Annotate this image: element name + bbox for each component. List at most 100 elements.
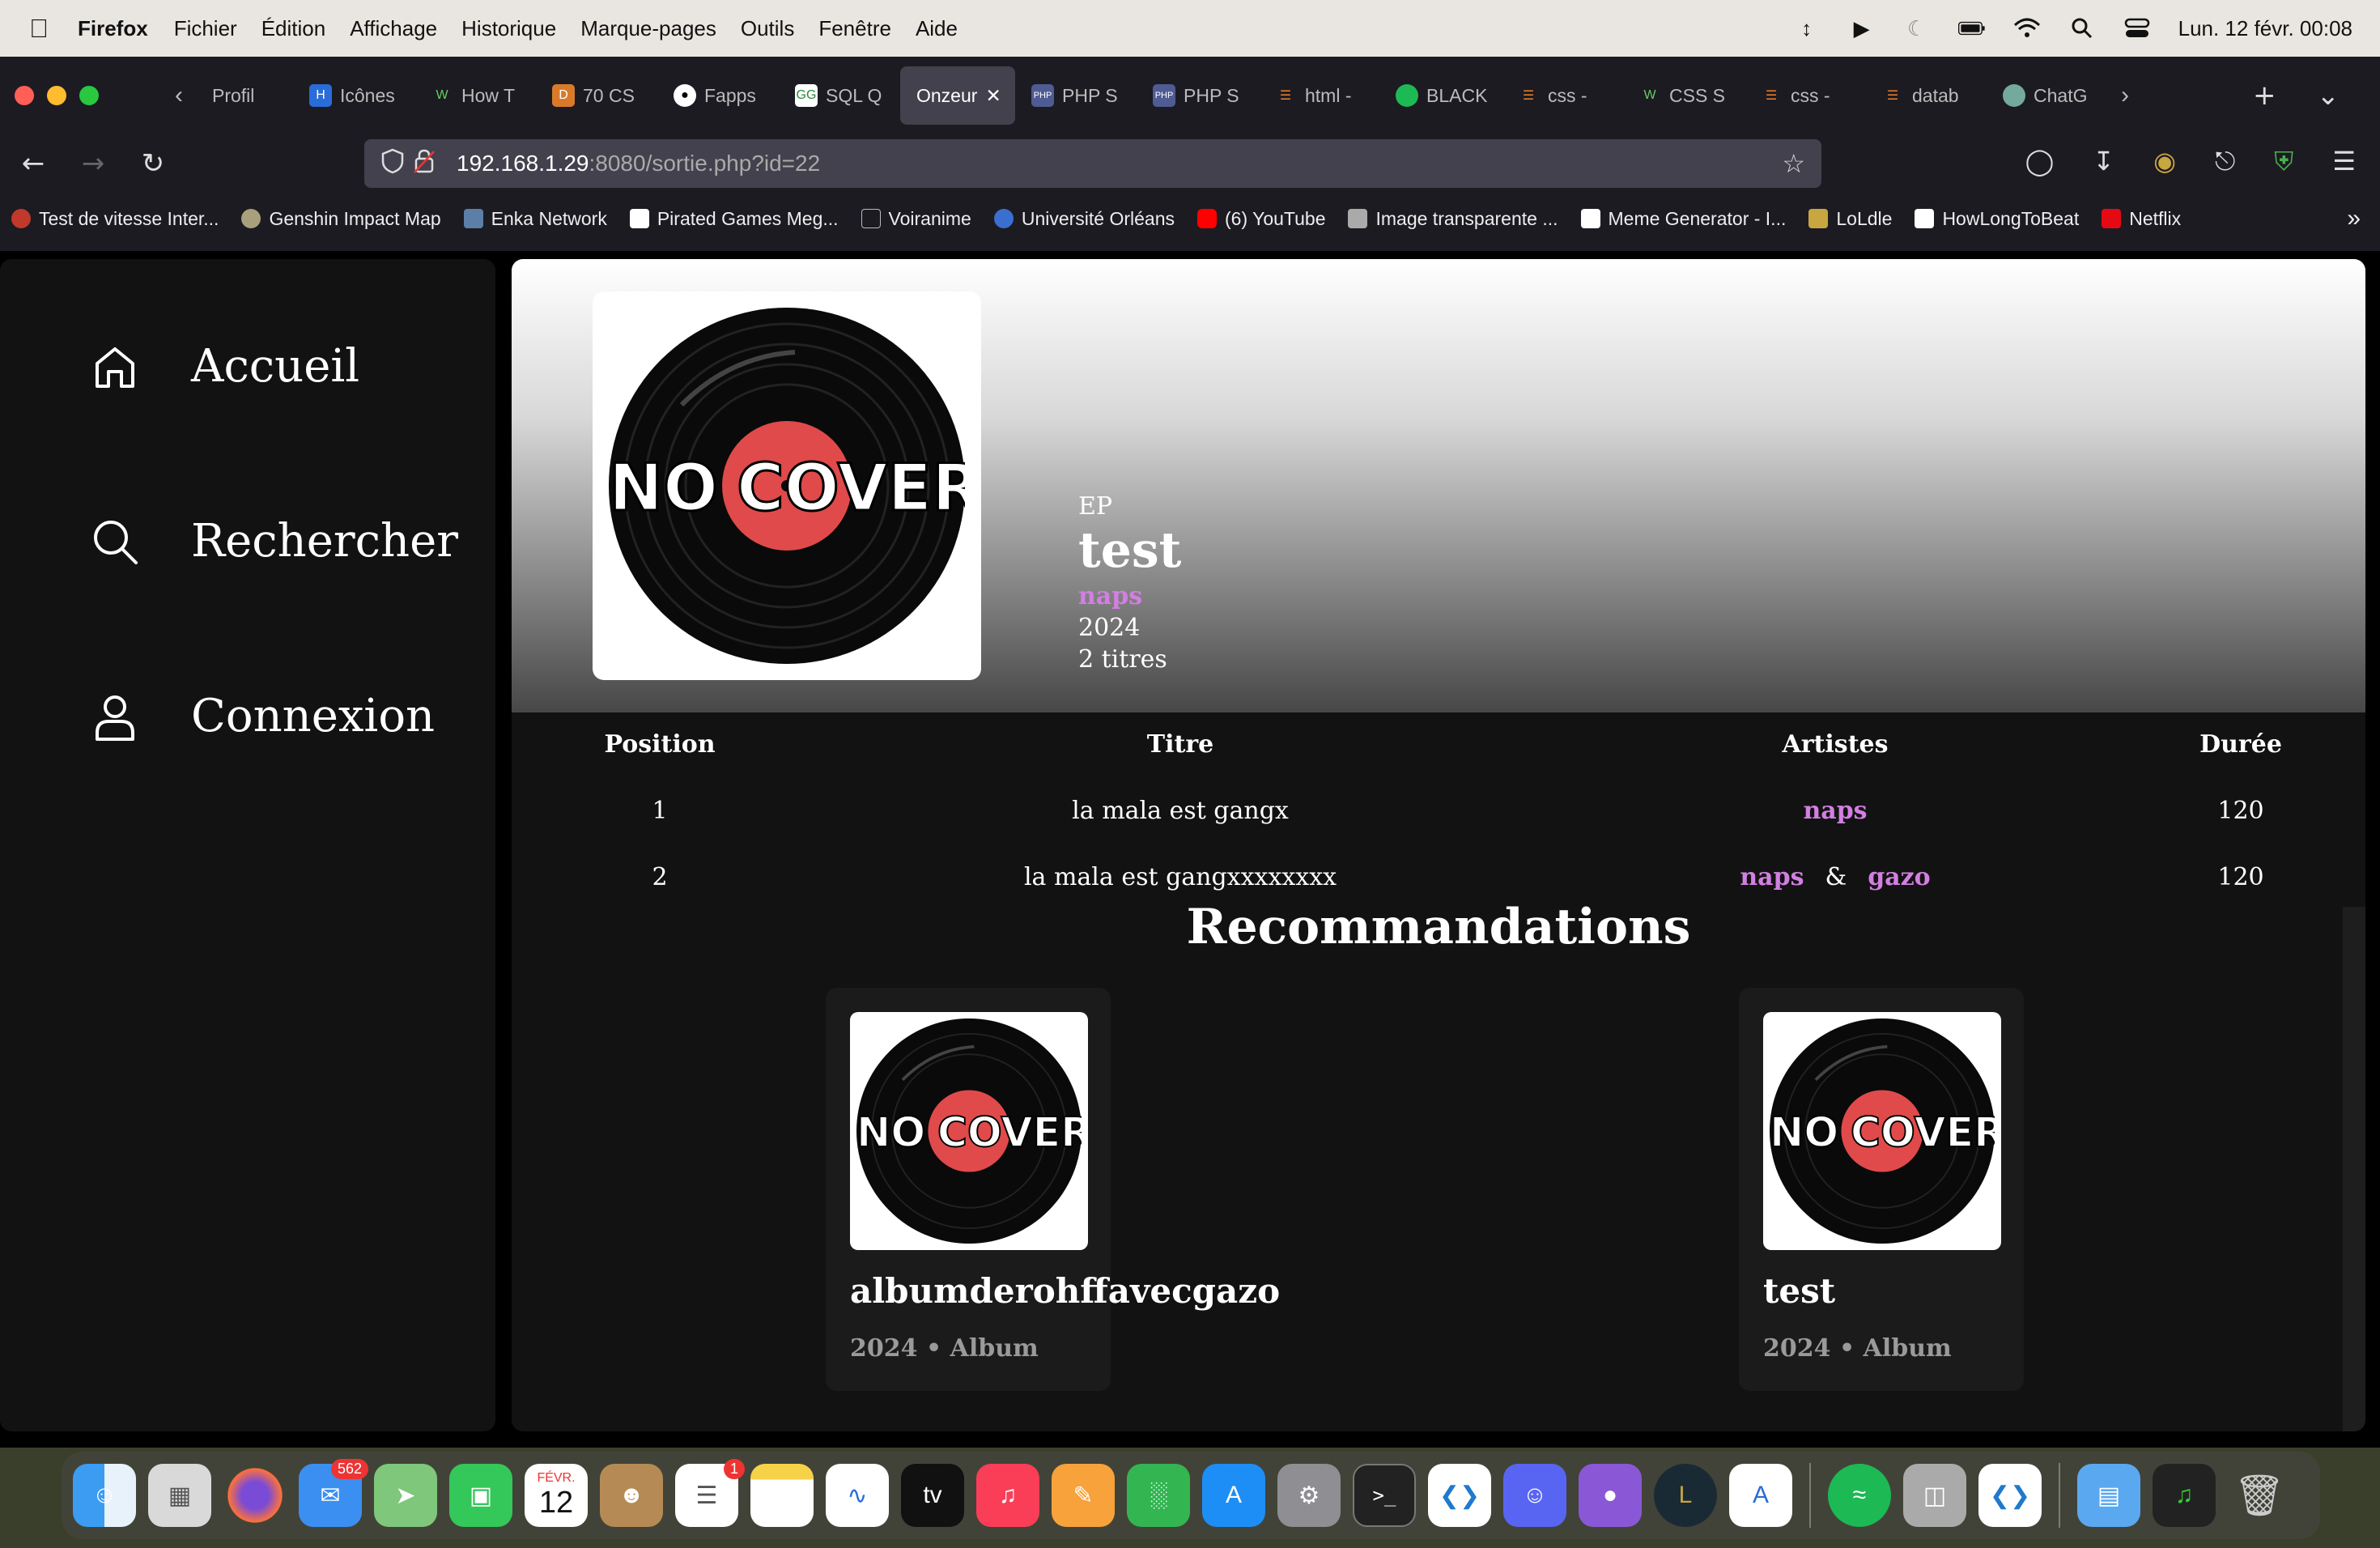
vscode-icon[interactable]: ❮❯ (1978, 1464, 2042, 1527)
minimize-window-button[interactable] (47, 86, 66, 105)
system-settings-icon[interactable]: ⚙ (1277, 1464, 1341, 1527)
bookmark-item[interactable]: Enka Network (463, 208, 607, 230)
forward-arrow-icon[interactable]: → (63, 147, 123, 180)
freeform-icon[interactable]: ∿ (826, 1464, 889, 1527)
reminders-icon[interactable]: ☰ 1 (675, 1459, 745, 1527)
play-circle-icon[interactable]: ▶ (1848, 15, 1876, 42)
bookmark-item[interactable]: HowLongToBeat (1915, 208, 2079, 230)
sidebar-item-rechercher[interactable]: Rechercher (89, 515, 458, 568)
notes-icon[interactable] (750, 1464, 814, 1527)
pages-icon[interactable]: ✎ (1052, 1464, 1115, 1527)
facetime-icon[interactable]: ▣ (449, 1464, 512, 1527)
recommendation-card[interactable]: NO COVER albumderohffavecgazo 2024 • Alb… (826, 988, 1280, 1391)
menu-edition[interactable]: Édition (261, 16, 326, 41)
maps-icon[interactable]: ➤ (374, 1464, 437, 1527)
bookmark-item[interactable]: Université Orléans (993, 208, 1175, 230)
page-scrollbar[interactable] (2343, 907, 2365, 1431)
tab-onzeur[interactable]: Onzeur ✕ (900, 66, 1015, 125)
artist-link[interactable]: naps (1740, 863, 1804, 891)
url-bar[interactable]: 192.168.1.29:8080/sortie.php?id=22 ☆ (364, 139, 1821, 188)
hamburger-menu-icon[interactable]: ☰ (2332, 146, 2356, 177)
menubar-app-name[interactable]: Firefox (78, 16, 148, 41)
table-row[interactable]: 1 la mala est gangx naps 120 (512, 779, 2365, 845)
database-icon[interactable]: ◫ (1903, 1464, 1966, 1527)
bookmark-item[interactable]: Genshin Impact Map (241, 208, 441, 230)
bookmark-item[interactable]: Image transparente ... (1348, 208, 1558, 230)
tabs-scroll-left-icon[interactable]: ‹ (162, 82, 196, 109)
close-window-button[interactable] (15, 86, 34, 105)
contacts-icon[interactable]: ☻ (600, 1464, 663, 1527)
tab-profil[interactable]: Profil (196, 66, 293, 125)
github-desktop-icon[interactable]: ● (1579, 1464, 1642, 1527)
battery-icon[interactable] (1957, 15, 1986, 42)
music-icon[interactable]: ♫ (976, 1464, 1039, 1527)
firefox-icon[interactable] (223, 1464, 287, 1527)
bookmark-star-icon[interactable]: ☆ (1782, 148, 1805, 179)
extensions-puzzle-icon[interactable]: ⎋ (2215, 146, 2235, 177)
zoom-window-button[interactable] (79, 86, 99, 105)
tab-fapps[interactable]: ● Fapps (657, 66, 779, 125)
activity-monitor-icon[interactable]: ♫ (2153, 1464, 2216, 1527)
bookmark-item[interactable]: LoLdle (1808, 208, 1892, 230)
terminal-icon[interactable]: >_ (1353, 1464, 1416, 1527)
trash-icon[interactable]: 🗑 (2228, 1464, 2291, 1527)
tab-css-s[interactable]: W CSS S (1622, 66, 1744, 125)
spotlight-search-icon[interactable] (2068, 15, 2096, 42)
release-artist-link[interactable]: naps (1078, 582, 1181, 610)
sidebar-item-accueil[interactable]: Accueil (89, 340, 359, 393)
reload-icon[interactable]: ↻ (123, 147, 183, 180)
pocket-icon[interactable]: ◯ (2025, 146, 2054, 177)
tab-html[interactable]: ☰ html - (1258, 66, 1379, 125)
tab-php-2[interactable]: PHP PHP S (1137, 66, 1258, 125)
list-all-tabs-icon[interactable]: ⌄ (2317, 79, 2340, 112)
mail-icon[interactable]: ✉ 562 (299, 1459, 368, 1527)
artist-link[interactable]: gazo (1868, 863, 1930, 891)
shield-icon[interactable] (380, 148, 413, 180)
apple-menu-icon[interactable]:  (0, 14, 78, 44)
tab-black[interactable]: BLACK (1379, 66, 1501, 125)
vertical-arrows-icon[interactable]: ↕ (1793, 15, 1821, 42)
menubar-clock[interactable]: Lun. 12 févr. 00:08 (2178, 16, 2352, 41)
new-tab-icon[interactable]: + (2253, 79, 2276, 112)
control-center-icon[interactable] (2123, 15, 2151, 42)
tabs-scroll-right-icon[interactable]: › (2108, 82, 2142, 109)
bookmark-item[interactable]: Netflix (2102, 208, 2181, 230)
menu-marque-pages[interactable]: Marque-pages (580, 16, 716, 41)
menu-historique[interactable]: Historique (461, 16, 556, 41)
tab-70-css[interactable]: D 70 CS (536, 66, 657, 125)
moon-icon[interactable]: ☾ (1903, 15, 1931, 42)
bookmark-item[interactable]: Voiranime (861, 208, 971, 230)
apple-tv-icon[interactable]: tv (901, 1464, 964, 1527)
spotify-icon[interactable]: ≈ (1828, 1464, 1891, 1527)
discord-icon[interactable]: ☺ (1503, 1464, 1566, 1527)
tab-icones[interactable]: H Icônes (293, 66, 414, 125)
menu-aide[interactable]: Aide (916, 16, 958, 41)
tab-php-1[interactable]: PHP PHP S (1015, 66, 1137, 125)
sidebar-item-connexion[interactable]: Connexion (89, 690, 435, 742)
close-tab-icon[interactable]: ✕ (985, 85, 1001, 107)
more-bookmarks-chevron-icon[interactable]: » (2347, 205, 2361, 232)
menu-fichier[interactable]: Fichier (174, 16, 237, 41)
wifi-icon[interactable] (2013, 15, 2041, 42)
vscode-icon[interactable]: ❮❯ (1428, 1464, 1491, 1527)
league-of-legends-icon[interactable]: L (1654, 1464, 1717, 1527)
bookmark-item[interactable]: Test de vitesse Inter... (11, 208, 219, 230)
tab-sql[interactable]: GG SQL Q (779, 66, 900, 125)
app-store-icon[interactable]: A (1202, 1464, 1265, 1527)
launchpad-icon[interactable]: ▦ (148, 1464, 211, 1527)
tab-css-1[interactable]: ☰ css - (1501, 66, 1622, 125)
finder-icon[interactable]: ☺ (73, 1464, 136, 1527)
bookmark-item[interactable]: (6) YouTube (1197, 208, 1325, 230)
instruments-icon[interactable]: A (1729, 1464, 1792, 1527)
folder-icon[interactable]: ▤ (2077, 1464, 2140, 1527)
artist-link[interactable]: naps (1803, 797, 1867, 825)
menu-outils[interactable]: Outils (741, 16, 794, 41)
menu-fenetre[interactable]: Fenêtre (818, 16, 891, 41)
tab-css-2[interactable]: ☰ css - (1744, 66, 1865, 125)
tab-how-to[interactable]: W How T (414, 66, 536, 125)
menu-affichage[interactable]: Affichage (350, 16, 437, 41)
back-arrow-icon[interactable]: ← (3, 147, 63, 180)
insecure-lock-icon[interactable] (413, 148, 445, 180)
tab-chatgpt[interactable]: ChatG (1987, 66, 2108, 125)
numbers-icon[interactable]: ░ (1127, 1464, 1190, 1527)
